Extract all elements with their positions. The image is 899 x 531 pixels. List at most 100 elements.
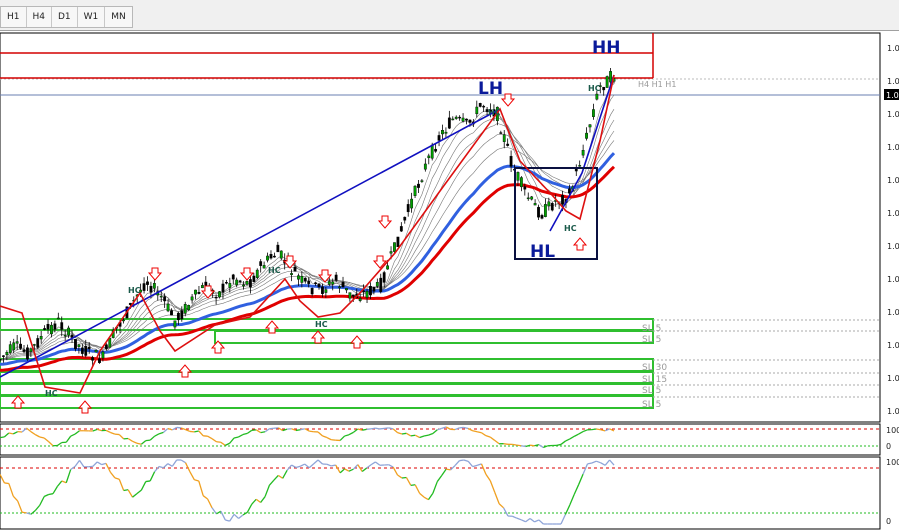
candle-body: [393, 242, 396, 252]
candle-body: [2, 355, 5, 357]
candle-body: [190, 296, 194, 301]
candle-body: [8, 344, 12, 353]
price-axis-label: 1.0: [887, 110, 899, 119]
candle-body: [238, 280, 242, 282]
oscillator-segment: [145, 480, 151, 483]
timeframe-selector: H1 H4 D1 W1 MN: [0, 6, 133, 28]
candle-body: [91, 357, 95, 361]
zone-label: SL 15: [642, 375, 667, 385]
candle-body: [142, 283, 146, 291]
candle-body: [574, 168, 578, 172]
candle-body: [67, 327, 71, 336]
candle-body: [441, 130, 444, 135]
hc-marker: HC: [268, 266, 281, 275]
price-axis-label: 1.0: [887, 176, 899, 185]
candle-body: [255, 269, 259, 278]
oscillator-segment: [8, 432, 14, 435]
candle-body: [245, 281, 249, 285]
candle-body: [214, 296, 218, 299]
timeframe-w1-button[interactable]: W1: [78, 7, 106, 27]
candle-body: [269, 254, 273, 259]
candle-body: [163, 296, 167, 302]
candle-body: [166, 303, 170, 312]
candle-body: [101, 351, 105, 359]
timeframe-mn-button[interactable]: MN: [105, 7, 132, 27]
hc-marker: HC: [588, 84, 601, 93]
candle-body: [63, 335, 67, 337]
oscillator-segment: [375, 427, 381, 430]
candle-body: [293, 266, 297, 272]
candle-body: [12, 342, 16, 351]
zone-label: SL 30: [642, 363, 667, 373]
oscillator-segment: [48, 493, 54, 496]
candle-body: [80, 347, 84, 354]
candle-body: [417, 183, 420, 188]
price-chart[interactable]: H4 H1 H1 SL 5 SL 5 SL 30 SL 15 SL 5 SL 5…: [0, 31, 899, 531]
current-price-value: 1.0: [886, 91, 899, 100]
oscillator-segment: [145, 439, 151, 442]
candle-body: [434, 148, 438, 152]
oscillator-segment: [295, 429, 301, 432]
candle-body: [533, 203, 537, 206]
oscillator-segment: [587, 462, 593, 465]
candle-body: [276, 244, 280, 253]
zone-label: SL 5: [642, 400, 661, 410]
oscillator-segment: [216, 441, 221, 443]
candle-body: [297, 275, 300, 280]
zone-label: SL 5: [642, 386, 661, 396]
oscillator-segment: [362, 428, 367, 431]
candle-body: [410, 198, 414, 209]
candle-body: [218, 291, 221, 298]
candle-body: [310, 288, 314, 295]
price-axis-label: 1.0: [887, 143, 899, 152]
lh-annotation: LH: [478, 79, 503, 99]
oscillator-segment: [194, 430, 199, 433]
candle-body: [5, 352, 9, 355]
price-axis-label: 1.0: [887, 209, 899, 218]
candle-body: [341, 281, 345, 288]
oscillator-segment: [410, 434, 416, 437]
candle-body: [74, 339, 77, 350]
oscillator-segment: [596, 428, 601, 431]
candle-body: [321, 286, 324, 294]
candle-body: [482, 105, 486, 108]
candle-body: [122, 319, 125, 322]
candle-body: [53, 323, 57, 330]
candle-body: [605, 76, 609, 88]
candle-body: [170, 310, 173, 316]
candle-body: [592, 109, 595, 117]
candle-body: [345, 288, 348, 291]
candle-body: [389, 251, 393, 254]
oscillator-segment: [379, 427, 385, 430]
candle-body: [84, 345, 88, 356]
candle-body: [307, 280, 311, 284]
oscillator-segment: [503, 443, 509, 445]
candle-body: [56, 317, 60, 320]
candle-body: [19, 343, 22, 349]
candle-body: [530, 196, 534, 200]
candle-body: [262, 265, 266, 269]
candle-body: [0, 359, 2, 361]
candle-body: [87, 346, 91, 350]
candle-body: [382, 272, 386, 283]
oscillator-segment: [331, 464, 336, 467]
candle-body: [506, 143, 510, 146]
timeframe-h4-button[interactable]: H4: [27, 7, 52, 27]
candle-body: [547, 201, 551, 207]
zone-label: SL 5: [642, 335, 661, 345]
timeframe-d1-button[interactable]: D1: [52, 7, 78, 27]
candle-body: [152, 283, 156, 289]
candle-body: [399, 226, 403, 232]
candle-body: [273, 255, 276, 258]
oscillator-segment: [401, 476, 407, 479]
oscillator-segment: [123, 489, 129, 492]
candle-body: [540, 215, 544, 219]
timeframe-h1-button[interactable]: H1: [1, 7, 27, 27]
candle-body: [173, 320, 177, 328]
candle-body: [104, 344, 108, 349]
zone-label: SL 5: [642, 324, 661, 334]
candle-body: [338, 286, 341, 289]
candle-body: [509, 155, 513, 167]
osc1-max-label: 100: [886, 426, 899, 435]
candle-body: [300, 275, 304, 283]
